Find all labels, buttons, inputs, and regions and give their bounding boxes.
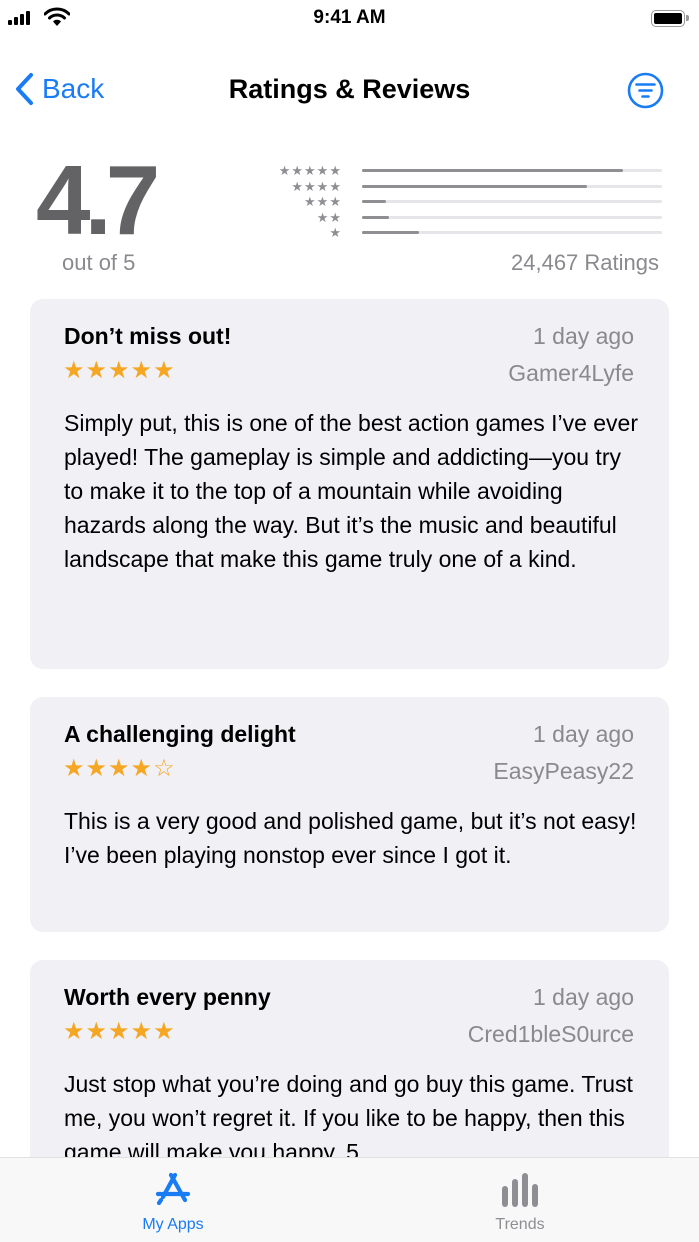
histogram-track	[362, 184, 662, 188]
star-label-icon: ★★★★	[291, 178, 342, 194]
histogram-track	[362, 215, 662, 219]
histogram-bar	[362, 231, 419, 235]
histogram-track	[362, 169, 662, 173]
average-rating: 4.7	[36, 145, 160, 255]
battery-tip	[686, 15, 689, 21]
histogram-bar	[362, 200, 386, 204]
battery-icon	[651, 10, 685, 27]
histogram-track	[362, 231, 662, 235]
histogram-bar	[362, 215, 389, 219]
histogram-bar	[362, 169, 623, 173]
app-store-icon	[155, 1172, 191, 1206]
review-card[interactable]: Don’t miss out! 1 day ago ★★★★★ Gamer4Ly…	[30, 299, 669, 669]
review-title: Don’t miss out!	[64, 323, 232, 349]
out-of-label: out of 5	[62, 250, 136, 275]
histogram-row-1: ★	[266, 225, 662, 241]
status-time: 9:41 AM	[313, 7, 386, 28]
review-body: Simply put, this is one of the best acti…	[64, 410, 639, 572]
review-author: EasyPeasy22	[493, 758, 634, 784]
star-rating-icon: ★★★★★	[63, 1018, 176, 1045]
review-card[interactable]: A challenging delight 1 day ago ★★★★☆ Ea…	[30, 697, 669, 932]
star-label-icon: ★★★	[304, 194, 342, 210]
histogram-bar	[362, 184, 587, 188]
total-ratings: 24,467 Ratings	[511, 250, 659, 275]
star-label-icon: ★	[329, 225, 342, 241]
review-author: Cred1bleS0urce	[467, 1021, 634, 1047]
tab-trends[interactable]: Trends	[420, 1158, 620, 1242]
histogram-row-5: ★★★★★	[266, 163, 662, 179]
rating-histogram: ★★★★★ ★★★★ ★★★ ★★ ★	[266, 163, 662, 241]
review-title: Worth every penny	[64, 984, 271, 1010]
review-body: Just stop what you’re doing and go buy t…	[64, 1071, 633, 1165]
page-title: Ratings & Reviews	[228, 74, 471, 104]
review-date: 1 day ago	[532, 984, 634, 1010]
histogram-track	[362, 200, 662, 204]
histogram-row-4: ★★★★	[266, 179, 662, 195]
filter-icon[interactable]	[627, 72, 664, 109]
ratings-summary: 4.7 out of 5 ★★★★★ ★★★★ ★★★ ★★ ★ 24,467 …	[0, 150, 699, 280]
tab-bar: My Apps Trends	[0, 1157, 699, 1242]
histogram-row-2: ★★	[266, 210, 662, 226]
review-title: A challenging delight	[64, 721, 296, 747]
bar-chart-icon	[502, 1173, 538, 1207]
review-date: 1 day ago	[532, 721, 634, 747]
histogram-row-3: ★★★	[266, 194, 662, 210]
star-label-icon: ★★★★★	[278, 163, 342, 179]
status-bar: 9:41 AM	[0, 0, 699, 40]
tab-my-apps[interactable]: My Apps	[73, 1158, 273, 1242]
review-body: This is a very good and polished game, b…	[64, 808, 637, 868]
review-date: 1 day ago	[532, 323, 634, 349]
tab-label: Trends	[495, 1216, 545, 1233]
star-rating-icon: ★★★★☆	[63, 755, 176, 782]
tab-label: My Apps	[142, 1216, 204, 1233]
star-rating-icon: ★★★★★	[63, 357, 176, 384]
navigation-bar: Back Ratings & Reviews	[0, 60, 699, 120]
review-author: Gamer4Lyfe	[508, 360, 634, 386]
star-label-icon: ★★	[316, 209, 342, 225]
